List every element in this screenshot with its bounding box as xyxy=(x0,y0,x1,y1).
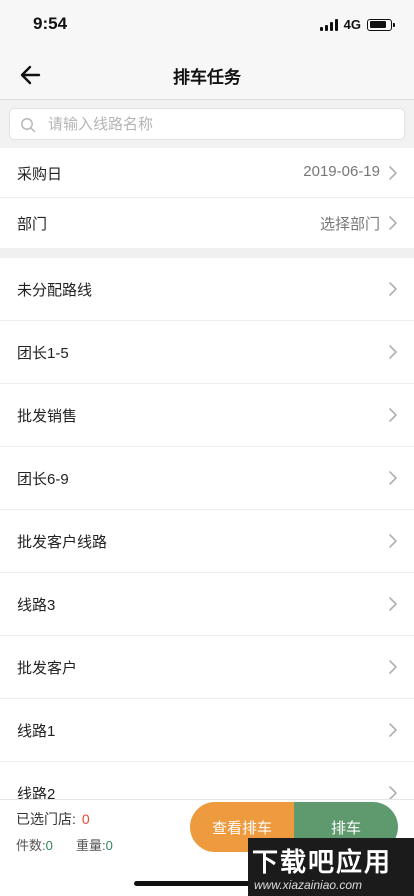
route-label: 批发销售 xyxy=(17,408,78,425)
chevron-right-icon xyxy=(389,408,397,422)
status-indicators: 4G xyxy=(319,17,395,32)
weight-value: 0 xyxy=(105,838,113,853)
route-item[interactable]: 批发销售 xyxy=(0,384,414,447)
route-label: 批发客户 xyxy=(17,660,78,677)
purchase-day-row[interactable]: 采购日 2019-06-19 xyxy=(0,148,414,197)
chevron-right-icon xyxy=(389,597,397,611)
selected-stores: 已选门店: 0 xyxy=(16,809,90,829)
chevron-right-icon xyxy=(389,534,397,548)
search-icon xyxy=(21,118,36,133)
weight-summary: 重量:0 xyxy=(76,835,113,854)
chevron-right-icon xyxy=(389,216,397,230)
nav-bar: 排车任务 xyxy=(0,50,414,100)
route-item[interactable]: 线路2 xyxy=(0,762,414,799)
search-box[interactable] xyxy=(9,108,405,140)
chevron-right-icon xyxy=(389,723,397,737)
route-item[interactable]: 团长1-5 xyxy=(0,321,414,384)
route-item[interactable]: 未分配路线 xyxy=(0,258,414,321)
signal-icon xyxy=(319,18,338,31)
route-item[interactable]: 团长6-9 xyxy=(0,447,414,510)
status-time: 9:54 xyxy=(33,14,68,33)
route-item[interactable]: 线路1 xyxy=(0,699,414,762)
chevron-right-icon xyxy=(389,282,397,296)
route-item[interactable]: 线路3 xyxy=(0,573,414,636)
route-label: 批发客户线路 xyxy=(17,534,108,551)
search-input[interactable] xyxy=(48,109,388,139)
route-item[interactable]: 批发客户线路 xyxy=(0,510,414,573)
purchase-day-value: 2019-06-19 xyxy=(303,163,380,180)
route-label: 线路2 xyxy=(17,786,56,799)
route-label: 团长6-9 xyxy=(17,471,69,488)
watermark: 下载吧应用 www.xiazainiao.com xyxy=(248,838,414,896)
route-label: 未分配路线 xyxy=(17,282,93,299)
page-title: 排车任务 xyxy=(173,68,241,87)
pieces-count: 0 xyxy=(45,838,53,853)
chevron-right-icon xyxy=(389,345,397,359)
department-row[interactable]: 部门 选择部门 xyxy=(0,198,414,248)
pieces-label: 件数: xyxy=(16,838,46,853)
chevron-right-icon xyxy=(389,660,397,674)
route-label: 团长1-5 xyxy=(17,345,69,362)
selected-stores-count: 0 xyxy=(81,811,90,827)
status-bar: 9:54 4G xyxy=(0,0,414,50)
selected-stores-label: 已选门店: xyxy=(16,811,76,827)
section-gap xyxy=(0,248,414,258)
chevron-right-icon xyxy=(389,166,397,180)
watermark-text: 下载吧应用 xyxy=(252,847,393,877)
route-list[interactable]: 未分配路线 团长1-5 批发销售 团长6-9 批发客户线路 线路3 批发客户 线… xyxy=(0,258,414,799)
chevron-right-icon xyxy=(389,786,397,799)
department-value: 选择部门 xyxy=(319,216,380,233)
pieces-summary: 件数:0 xyxy=(16,835,53,854)
route-label: 线路3 xyxy=(17,597,56,614)
battery-icon xyxy=(367,18,395,31)
department-label: 部门 xyxy=(17,216,48,233)
search-bar xyxy=(0,100,414,148)
watermark-url: www.xiazainiao.com xyxy=(254,878,363,892)
purchase-day-label: 采购日 xyxy=(17,166,63,183)
route-label: 线路1 xyxy=(17,723,56,740)
route-item[interactable]: 批发客户 xyxy=(0,636,414,699)
weight-label: 重量: xyxy=(76,838,106,853)
network-type: 4G xyxy=(343,17,361,32)
chevron-right-icon xyxy=(389,471,397,485)
